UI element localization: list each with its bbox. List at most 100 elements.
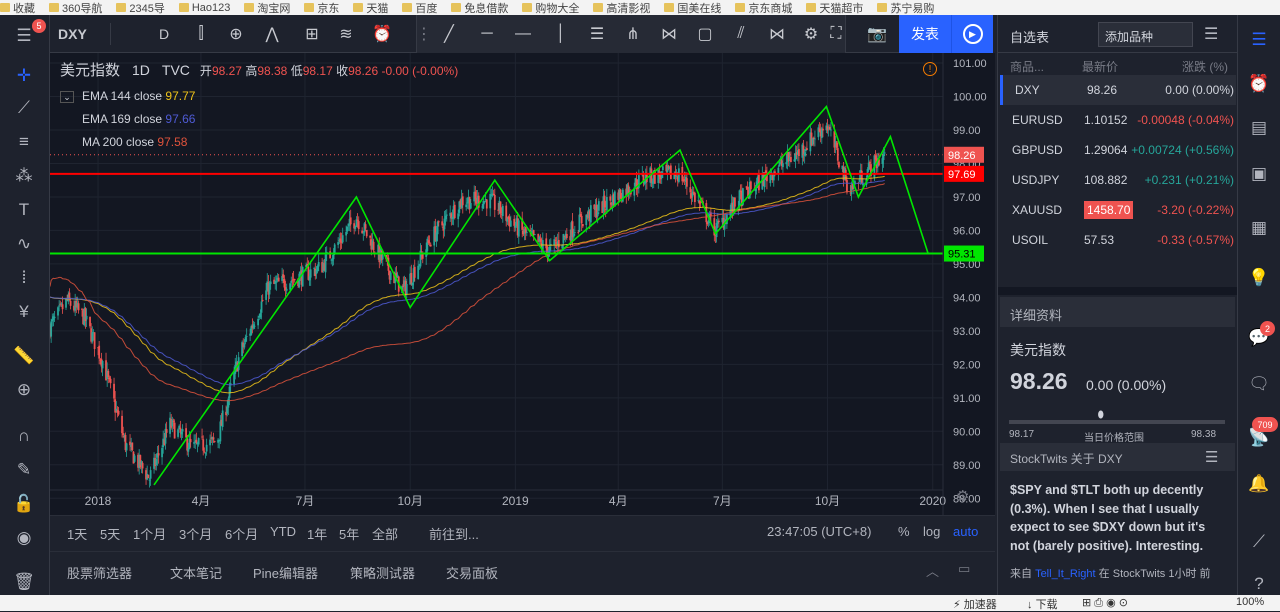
pitchfork-tool-icon[interactable]: ⋔ [619,21,647,47]
magnet-icon[interactable]: ∩ [9,423,39,449]
col-price[interactable]: 最新价 [1082,58,1118,75]
indicators-icon[interactable]: ⊕ [222,21,250,47]
interval-button[interactable]: D [150,21,178,47]
help-icon[interactable]: ? [1246,571,1272,597]
drag-handle-icon[interactable]: ⋮ [416,21,432,47]
gann-tool-icon[interactable]: ⋈ [655,21,683,47]
tab-screener[interactable]: 股票筛选器 [67,563,132,582]
zoom-in-icon[interactable]: ⊕ [9,377,39,403]
path-tool-icon[interactable]: ⫽ [727,21,755,47]
lock-icon[interactable]: 🔓 [9,491,39,517]
chart-settings-icon[interactable]: ⚙ [956,487,969,505]
indicator-row[interactable]: MA 200 close 97.58 [60,131,458,154]
watchlist-row[interactable]: EURUSD 1.10152 -0.00048 (-0.04%) [1000,105,1236,135]
range-1m[interactable]: 1个月 [133,524,166,543]
range-ytd[interactable]: YTD [270,524,296,539]
bookmark-item[interactable]: 高清影视 [593,0,650,15]
watchlist-title[interactable]: 自选表 [1010,27,1049,46]
add-symbol-input[interactable]: 添加品种 [1098,22,1193,47]
order-panel-icon[interactable]: ⟋ [1246,529,1272,555]
alerts-icon[interactable]: ⏰ [1246,71,1272,97]
chart-area[interactable]: 101.00 100.00 99.00 98.00 97.00 96.00 95.00 94.… [50,53,995,515]
bookmark-item[interactable]: 淘宝网 [244,0,290,15]
bookmark-item[interactable]: 国美在线 [664,0,721,15]
bookmark-item[interactable]: 2345导 [116,0,165,15]
range-5d[interactable]: 5天 [100,524,120,543]
watchlist-row[interactable]: XAUUSD 1458.70 -3.20 (-0.22%) [1000,195,1236,225]
clock-label[interactable]: 23:47:05 (UTC+8) [767,524,871,539]
watchlist-row[interactable]: DXY 98.26 0.00 (0.00%) [1000,75,1236,105]
percent-toggle[interactable]: % [898,524,910,539]
status-icons[interactable]: ⊞ ⎙ ◉ ⊙ [1082,596,1128,610]
indicator-row[interactable]: ⌄ EMA 144 close 97.77 [60,85,458,108]
symbol-search[interactable]: DXY [58,21,98,47]
private-chat-icon[interactable]: 🗨 [1246,371,1272,397]
trendline-icon[interactable]: ⟋ [9,95,39,121]
rect-tool-icon[interactable]: ▢ [691,21,719,47]
xabcd-tool-icon[interactable]: ⋈ [763,21,791,47]
col-symbol[interactable]: 商品... [1010,58,1044,75]
tab-pine-editor[interactable]: Pine编辑器 [253,563,318,582]
indicator-row[interactable]: EMA 169 close 97.66 [60,108,458,131]
accelerator-button[interactable]: ⚡ 加速器 [953,596,997,612]
alert-icon[interactable]: ⏰ [368,21,396,47]
prediction-icon[interactable]: ⦙ [9,265,39,291]
range-6m[interactable]: 6个月 [225,524,258,543]
publish-button[interactable]: 发表 [899,15,951,53]
range-1d[interactable]: 1天 [67,524,87,543]
range-3m[interactable]: 3个月 [179,524,212,543]
ruler-icon[interactable]: 📏 [9,343,39,369]
range-5y[interactable]: 5年 [339,524,359,543]
bookmark-item[interactable]: 360导航 [49,0,102,15]
fullscreen-icon[interactable]: ⛶ [823,21,849,47]
watchlist-icon[interactable]: ☰ [1246,27,1272,53]
strategy-icon[interactable]: ≋ [332,21,360,47]
watchlist-row[interactable]: USDJPY 108.882 +0.231 (+0.21%) [1000,165,1236,195]
pencil-lock-icon[interactable]: ✎ [9,457,39,483]
auto-toggle[interactable]: auto [953,524,978,539]
stocktwits-title[interactable]: StockTwits 关于 DXY [1010,450,1123,467]
download-button[interactable]: ↓ 下载 [1027,596,1058,612]
bookmark-item[interactable]: 收藏 [0,0,35,15]
eye-icon[interactable]: ◉ [9,525,39,551]
camera-icon[interactable]: 📷 [864,21,890,47]
zoom-level[interactable]: 100% [1236,596,1264,608]
settings-icon[interactable]: ⚙ [797,21,825,47]
info-icon[interactable]: ! [923,62,937,76]
pattern-icon[interactable]: ⁂ [9,163,39,189]
crosshair-icon[interactable]: ✛ [9,63,39,89]
fib-icon[interactable]: ≡ [9,129,39,155]
templates-icon[interactable]: ⊞ [298,21,326,47]
replay-button[interactable]: ▶ [951,15,993,53]
candle-type-icon[interactable]: ⫿ [187,21,215,47]
text-icon[interactable]: T [9,197,39,223]
bookmark-item[interactable]: Hao123 [178,2,230,14]
stocktwits-menu-icon[interactable]: ☰ [1205,448,1218,466]
tab-trading-panel[interactable]: 交易面板 [446,563,498,582]
calendar-icon[interactable]: ▦ [1246,215,1272,241]
bookmark-item[interactable]: 天猫超市 [806,0,863,15]
bookmark-item[interactable]: 购物大全 [522,0,579,15]
line-tool-icon[interactable]: ╱ [435,21,463,47]
yen-icon[interactable]: ¥ [9,299,39,325]
bookmark-item[interactable]: 京东商城 [735,0,792,15]
compare-icon[interactable]: ⋀ [258,21,286,47]
chevron-up-icon[interactable]: ︿ [926,561,939,580]
bookmark-item[interactable]: 百度 [402,0,437,15]
bookmark-item[interactable]: 苏宁易购 [877,0,934,15]
col-change[interactable]: 涨跌 (%) [1182,58,1228,75]
ideas-icon[interactable]: 💡 [1246,265,1272,291]
goto-button[interactable]: 前往到... [429,524,479,543]
chart-title[interactable]: 美元指数 [60,59,120,80]
channel-tool-icon[interactable]: ☰ [583,21,611,47]
wave-icon[interactable]: ∿ [9,231,39,257]
range-all[interactable]: 全部 [372,524,398,543]
data-window-icon[interactable]: ▤ [1246,115,1272,141]
ray-tool-icon[interactable]: — [509,21,537,47]
watchlist-row[interactable]: GBPUSD 1.29064 +0.00724 (+0.56%) [1000,135,1236,165]
hline-tool-icon[interactable]: ─ [473,21,501,47]
vline-tool-icon[interactable]: │ [547,21,575,47]
trash-icon[interactable]: 🗑 [9,569,39,595]
maximize-icon[interactable]: ▭ [958,561,970,577]
collapse-icon[interactable]: ⌄ [60,91,74,103]
